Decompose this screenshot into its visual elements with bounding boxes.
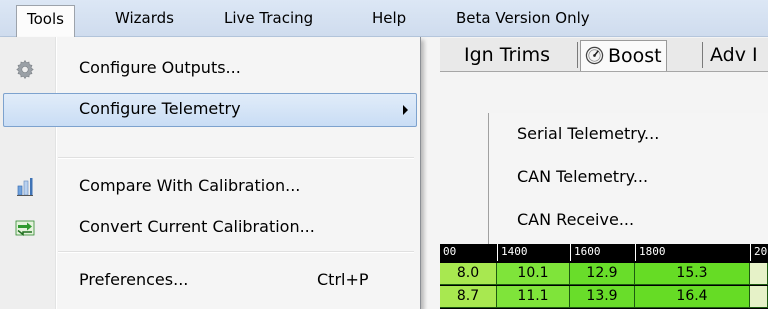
submenu-item-label: Serial Telemetry... xyxy=(517,124,660,143)
table-cell[interactable] xyxy=(750,263,768,285)
tab-adv[interactable]: Adv I xyxy=(706,40,762,71)
column-header: 1800 xyxy=(635,244,666,261)
submenu-item-can-receive[interactable]: CAN Receive... xyxy=(489,202,768,238)
menu-tools[interactable]: Tools xyxy=(16,5,75,38)
tab-ign-trims[interactable]: Ign Trims xyxy=(460,40,554,71)
table-cell[interactable]: 8.7 xyxy=(440,286,497,308)
menu-wizards[interactable]: Wizards xyxy=(105,5,184,34)
column-header: 1600 xyxy=(570,244,601,261)
menu-item-configure-telemetry[interactable]: Configure Telemetry xyxy=(3,93,417,127)
menu-item-preferences[interactable]: Preferences... Ctrl+P xyxy=(3,264,417,298)
menu-help[interactable]: Help xyxy=(362,5,416,34)
table-cell[interactable]: 13.9 xyxy=(570,286,635,308)
menu-separator xyxy=(58,251,414,253)
menu-beta-version-only[interactable]: Beta Version Only xyxy=(446,5,600,34)
submenu-item-serial-telemetry[interactable]: Serial Telemetry... xyxy=(489,116,768,152)
menu-separator xyxy=(58,157,414,159)
menu-item-label: Preferences... xyxy=(79,270,189,289)
table-cell[interactable] xyxy=(750,286,768,308)
menu-bar: Tools Wizards Live Tracing Help Beta Ver… xyxy=(0,0,768,38)
convert-icon xyxy=(15,220,35,237)
menu-live-tracing[interactable]: Live Tracing xyxy=(214,5,323,34)
table-cell[interactable]: 8.0 xyxy=(440,263,497,285)
submenu-item-can-telemetry[interactable]: CAN Telemetry... xyxy=(489,159,768,195)
tab-divider xyxy=(702,42,703,68)
table-cell[interactable]: 12.9 xyxy=(570,263,635,285)
submenu-item-label: CAN Receive... xyxy=(517,210,635,229)
menu-item-compare-with-calibration[interactable]: Compare With Calibration... xyxy=(3,170,417,204)
menu-item-label: Convert Current Calibration... xyxy=(79,217,315,236)
submenu-arrow-icon xyxy=(403,105,408,115)
tools-dropdown-menu: Configure Outputs... Configure Telemetry… xyxy=(0,37,421,309)
menu-item-shortcut: Ctrl+P xyxy=(317,270,369,289)
menu-item-label: Configure Telemetry xyxy=(79,99,241,118)
menu-item-label: Configure Outputs... xyxy=(79,58,241,77)
column-header: 20 xyxy=(750,244,767,261)
column-header: 00 xyxy=(443,245,457,258)
calibration-table[interactable]: 00 1400 1600 1800 20 8.0 10.1 12.9 15.3 … xyxy=(440,244,768,309)
menu-item-label: Compare With Calibration... xyxy=(79,176,301,195)
menu-item-convert-current-calibration[interactable]: Convert Current Calibration... xyxy=(3,211,417,245)
table-cell[interactable]: 15.3 xyxy=(635,263,750,285)
menu-item-configure-outputs[interactable]: Configure Outputs... xyxy=(3,52,417,86)
telemetry-submenu: Serial Telemetry... CAN Telemetry... CAN… xyxy=(488,113,768,244)
gear-icon xyxy=(16,59,34,79)
table-header: 00 1400 1600 1800 20 xyxy=(440,244,768,261)
boost-gauge-icon xyxy=(585,46,604,65)
submenu-item-label: CAN Telemetry... xyxy=(517,167,649,186)
table-row: 8.7 11.1 13.9 16.4 xyxy=(440,286,768,308)
table-row: 8.0 10.1 12.9 15.3 xyxy=(440,263,768,285)
tab-boost[interactable]: Boost xyxy=(580,40,667,71)
tab-boost-label: Boost xyxy=(608,45,662,67)
table-cell[interactable]: 10.1 xyxy=(497,263,570,285)
tab-divider xyxy=(577,42,578,68)
tab-strip: Ign Trims Boost Adv I xyxy=(440,38,768,72)
table-cell[interactable]: 11.1 xyxy=(497,286,570,308)
bar-chart-icon xyxy=(17,178,33,196)
table-cell[interactable]: 16.4 xyxy=(635,286,750,308)
column-header: 1400 xyxy=(497,244,528,261)
